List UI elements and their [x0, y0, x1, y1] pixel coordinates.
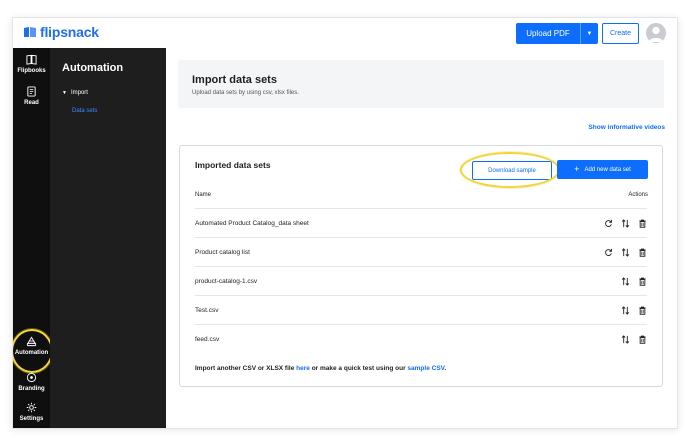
app-window: flipsnack Upload PDF ▼ Create Flipbooks — [12, 17, 678, 429]
sidebar-item-label: Flipbooks — [17, 68, 46, 74]
row-actions — [621, 334, 647, 344]
dataset-name: product-catalog-1.csv — [195, 277, 258, 285]
sidebar-rail: Flipbooks Read Automation Branding Setti… — [13, 48, 50, 428]
sidebar-item-flipbooks[interactable]: Flipbooks — [13, 54, 50, 74]
upload-pdf-label: Upload PDF — [526, 29, 570, 38]
main-content: Import data sets Upload data sets by usi… — [166, 48, 677, 428]
sidebar-item-read[interactable]: Read — [13, 86, 50, 106]
upload-pdf-button[interactable]: Upload PDF ▼ — [516, 23, 598, 44]
dataset-name: feed.csv — [195, 335, 220, 343]
trash-icon[interactable] — [638, 248, 647, 257]
sort-arrows-icon[interactable] — [621, 334, 630, 344]
sidebar-item-automation[interactable]: Automation — [13, 336, 50, 356]
row-actions — [621, 305, 647, 315]
create-button[interactable]: Create — [602, 23, 639, 44]
plus-icon: + — [574, 164, 580, 174]
dataset-name: Test.csv — [195, 306, 219, 314]
column-header-actions: Actions — [628, 192, 648, 198]
sort-arrows-icon[interactable] — [621, 276, 630, 286]
automation-icon — [26, 336, 37, 347]
row-actions — [621, 276, 647, 286]
subpanel-title: Automation — [62, 62, 124, 74]
imported-datasets-card: Imported data sets Download sample + Add… — [179, 145, 663, 387]
avatar[interactable] — [646, 23, 666, 43]
sidebar-item-branding[interactable]: Branding — [13, 372, 50, 392]
here-link[interactable]: here — [296, 365, 310, 372]
sidebar-item-settings[interactable]: Settings — [13, 402, 50, 422]
import-footer-note: Import another CSV or XLSX file here or … — [195, 365, 446, 372]
add-new-data-set-button[interactable]: + Add new data set — [557, 160, 648, 179]
table-row: product-catalog-1.csv — [195, 266, 647, 295]
trash-icon[interactable] — [638, 219, 647, 228]
sidebar-item-label: Read — [24, 100, 39, 106]
sidebar-item-label: Branding — [18, 386, 45, 392]
row-actions — [604, 247, 647, 257]
table-row: Automated Product Catalog_data sheet — [195, 208, 647, 237]
refresh-icon[interactable] — [604, 219, 613, 228]
table-row: Test.csv — [195, 295, 647, 324]
row-actions — [604, 218, 647, 228]
logo-text: flipsnack — [40, 24, 99, 40]
sidebar-item-label: Settings — [19, 416, 44, 422]
subpanel-group-import[interactable]: ▼ Import — [62, 90, 88, 96]
gear-icon — [26, 402, 37, 413]
footer-prefix: Import another CSV or XLSX file — [195, 365, 295, 372]
subpanel-item-data-sets[interactable]: Data sets — [72, 108, 97, 114]
branding-icon — [26, 372, 37, 383]
footer-suffix: . — [444, 365, 447, 372]
column-header-name: Name — [195, 192, 212, 198]
dataset-name: Automated Product Catalog_data sheet — [195, 219, 309, 227]
caret-down-icon[interactable]: ▼ — [581, 31, 598, 37]
page-subtitle: Upload data sets by using csv, xlsx file… — [192, 90, 299, 96]
dataset-name: Product catalog list — [195, 248, 250, 256]
sort-arrows-icon[interactable] — [621, 218, 630, 228]
automation-subpanel: Automation ▼ Import Data sets — [50, 48, 166, 428]
sidebar-item-label: Automation — [14, 350, 49, 356]
datasets-card-title: Imported data sets — [195, 160, 271, 170]
refresh-icon[interactable] — [604, 248, 613, 257]
sort-arrows-icon[interactable] — [621, 247, 630, 257]
table-row: feed.csv — [195, 324, 647, 353]
page-header-card: Import data sets Upload data sets by usi… — [178, 60, 664, 108]
chevron-down-icon: ▼ — [62, 90, 67, 96]
sample-csv-link[interactable]: sample CSV — [407, 365, 444, 372]
download-sample-button[interactable]: Download sample — [472, 161, 552, 180]
user-icon — [649, 26, 663, 42]
subpanel-group-label: Import — [70, 90, 88, 96]
trash-icon[interactable] — [638, 277, 647, 286]
book-icon — [26, 54, 37, 65]
trash-icon[interactable] — [638, 335, 647, 344]
sort-arrows-icon[interactable] — [621, 305, 630, 315]
trash-icon[interactable] — [638, 306, 647, 315]
flipsnack-logo[interactable]: flipsnack — [23, 25, 99, 39]
read-icon — [27, 86, 36, 97]
footer-middle: or make a quick test using our — [311, 365, 406, 372]
table-row: Product catalog list — [195, 237, 647, 266]
show-informative-videos-link[interactable]: Show informative videos — [588, 124, 665, 131]
top-bar: flipsnack Upload PDF ▼ Create — [13, 18, 677, 49]
logo-icon — [24, 27, 36, 37]
page-title: Import data sets — [192, 74, 277, 86]
add-new-data-set-label: Add new data set — [584, 166, 631, 173]
